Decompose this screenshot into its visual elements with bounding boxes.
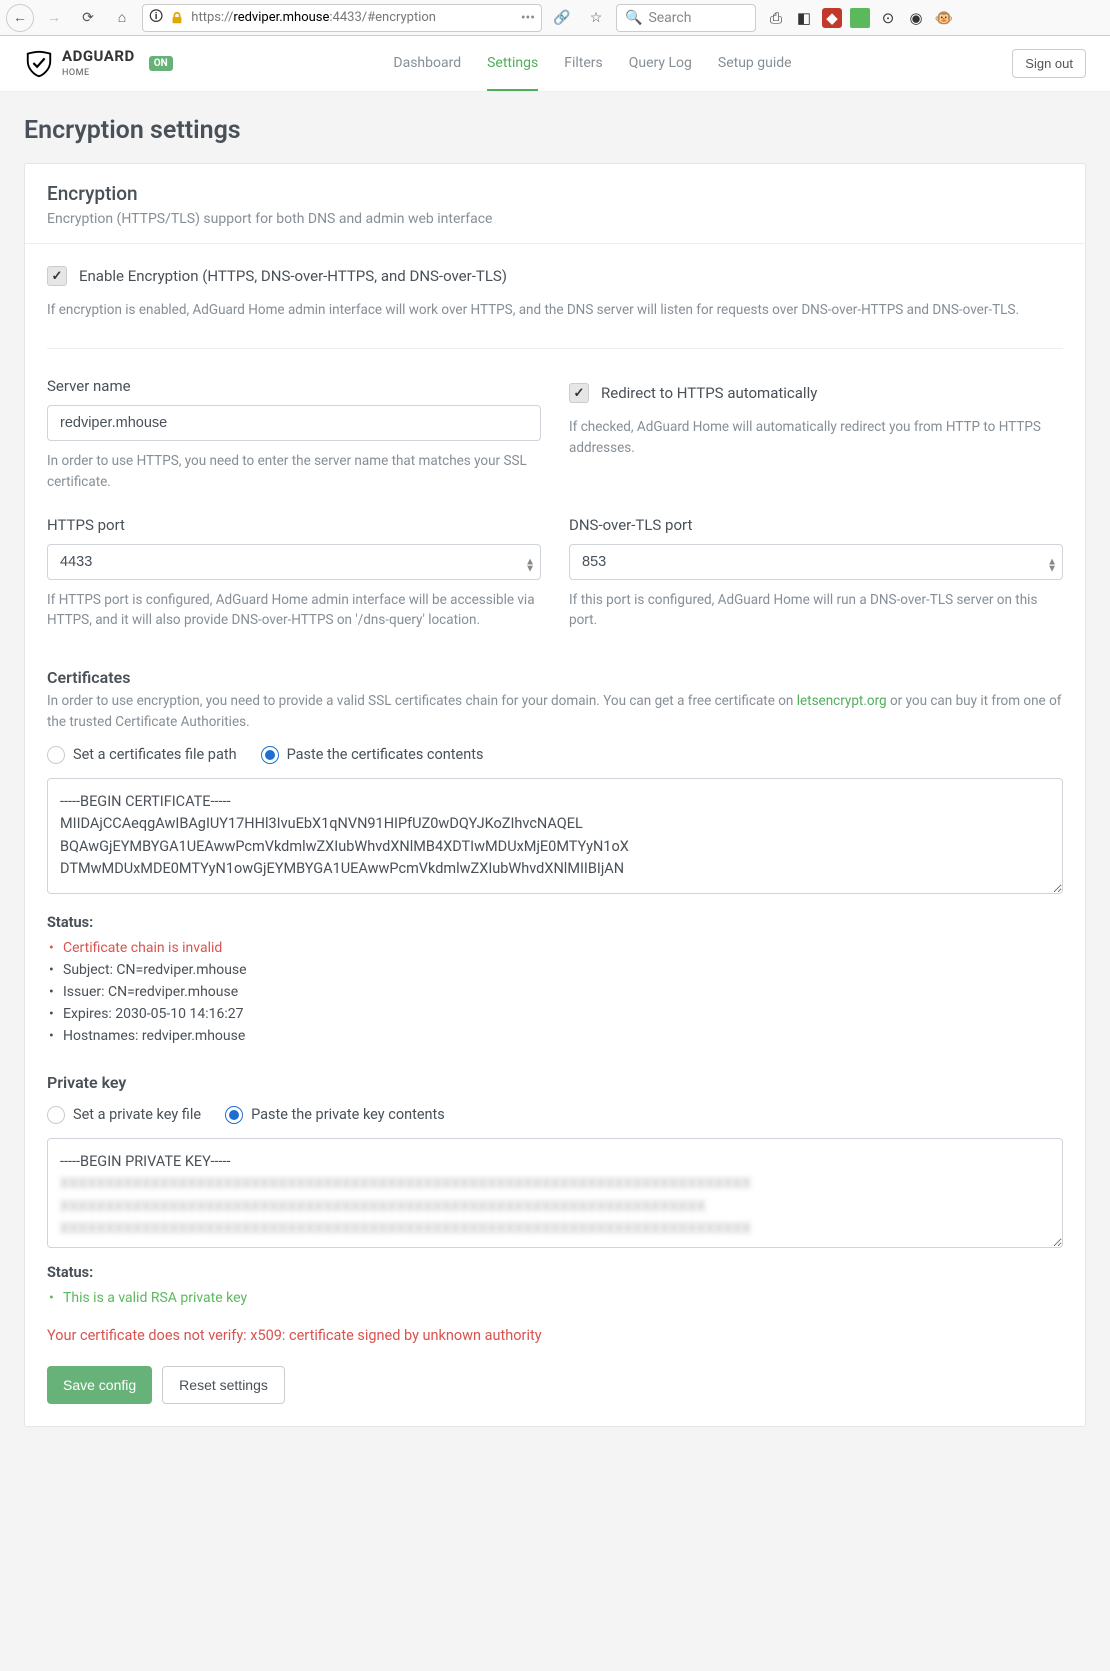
dot-port-spinner[interactable]: ▲▼ (1047, 558, 1057, 572)
encryption-card: Encryption Encryption (HTTPS/TLS) suppor… (24, 163, 1086, 1427)
brand-bottom: HOME (62, 68, 90, 78)
cert-status-subject: Subject: CN=redviper.mhouse (47, 959, 1063, 981)
cert-verify-error: Your certificate does not verify: x509: … (47, 1327, 1063, 1344)
enable-encryption-label: Enable Encryption (HTTPS, DNS-over-HTTPS… (79, 267, 507, 285)
search-bar[interactable]: 🔍 Search (616, 4, 756, 32)
enable-encryption-help: If encryption is enabled, AdGuard Home a… (47, 300, 1063, 320)
redirect-https-checkbox[interactable] (569, 383, 589, 403)
forward-button: → (40, 4, 68, 32)
ublock-icon[interactable]: ◆ (822, 8, 842, 28)
home-button[interactable]: ⌂ (108, 4, 136, 32)
library-icon[interactable]: ⎙ (766, 8, 786, 28)
pkey-status-label: Status: (47, 1264, 1063, 1281)
certs-title: Certificates (47, 668, 1063, 687)
cert-textarea[interactable]: -----BEGIN CERTIFICATE----- MIIDAjCCAeqg… (47, 778, 1063, 894)
server-name-input[interactable] (47, 405, 541, 441)
url-bar[interactable]: 🛈 https://redviper.mhouse:4433/#encrypti… (142, 4, 542, 32)
dot-port-label: DNS-over-TLS port (569, 516, 1063, 534)
redirect-https-help: If checked, AdGuard Home will automatica… (569, 417, 1063, 458)
cert-radio-path[interactable]: Set a certificates file path (47, 746, 237, 764)
server-name-label: Server name (47, 377, 541, 395)
cert-radio-paste[interactable]: Paste the certificates contents (261, 746, 484, 764)
url-text: https://redviper.mhouse:4433/#encryption (191, 10, 436, 25)
pkey-status-ok: This is a valid RSA private key (47, 1287, 1063, 1309)
pkey-textarea[interactable]: -----BEGIN PRIVATE KEY----- XXXXXXXXXXXX… (47, 1138, 1063, 1248)
logo[interactable]: ADGUARD HOME ON (24, 49, 173, 79)
lock-warning-icon (169, 10, 185, 26)
nav-setupguide[interactable]: Setup guide (718, 37, 792, 91)
dot-port-help: If this port is configured, AdGuard Home… (569, 590, 1063, 631)
extension-green-icon[interactable] (850, 8, 870, 28)
nav-querylog[interactable]: Query Log (629, 37, 692, 91)
back-button[interactable]: ← (6, 4, 34, 32)
pkey-title: Private key (47, 1073, 1063, 1092)
cert-status-expires: Expires: 2030-05-10 14:16:27 (47, 1003, 1063, 1025)
enable-encryption-checkbox[interactable] (47, 266, 67, 286)
pkey-status-list: This is a valid RSA private key (47, 1287, 1063, 1309)
link-icon[interactable]: 🔗 (548, 4, 576, 32)
letsencrypt-link[interactable]: letsencrypt.org (797, 693, 887, 709)
brand-top: ADGUARD (62, 47, 135, 65)
cert-status-hostnames: Hostnames: redviper.mhouse (47, 1025, 1063, 1047)
card-subtitle: Encryption (HTTPS/TLS) support for both … (47, 211, 1063, 227)
nav-settings[interactable]: Settings (487, 37, 538, 91)
extension-icon-1[interactable]: ⊙ (878, 8, 898, 28)
signout-button[interactable]: Sign out (1012, 49, 1086, 78)
pkey-radio-path[interactable]: Set a private key file (47, 1106, 201, 1124)
https-port-label: HTTPS port (47, 516, 541, 534)
browser-extensions: ⎙ ◧ ◆ ⊙ ◉ 🐵 (766, 8, 954, 28)
app-header: ADGUARD HOME ON Dashboard Settings Filte… (0, 36, 1110, 92)
cert-status-list: Certificate chain is invalid Subject: CN… (47, 937, 1063, 1047)
certs-help: In order to use encryption, you need to … (47, 691, 1063, 732)
reload-button[interactable]: ⟳ (74, 4, 102, 32)
https-port-input[interactable] (47, 544, 541, 580)
save-config-button[interactable]: Save config (47, 1366, 152, 1404)
bookmark-star-icon[interactable]: ☆ (582, 4, 610, 32)
page-actions-icon[interactable]: ••• (521, 10, 535, 26)
extension-monkey-icon[interactable]: 🐵 (934, 8, 954, 28)
account-icon[interactable]: ◉ (906, 8, 926, 28)
shield-icon: 🛈 (149, 6, 163, 30)
https-port-help: If HTTPS port is configured, AdGuard Hom… (47, 590, 541, 631)
dot-port-input[interactable] (569, 544, 1063, 580)
sidebar-icon[interactable]: ◧ (794, 8, 814, 28)
reset-settings-button[interactable]: Reset settings (162, 1366, 285, 1404)
divider (47, 348, 1063, 349)
card-title: Encryption (47, 182, 1063, 205)
server-name-help: In order to use HTTPS, you need to enter… (47, 451, 541, 492)
nav-filters[interactable]: Filters (564, 37, 603, 91)
browser-toolbar: ← → ⟳ ⌂ 🛈 https://redviper.mhouse:4433/#… (0, 0, 1110, 36)
pkey-radio-paste[interactable]: Paste the private key contents (225, 1106, 445, 1124)
page-title: Encryption settings (24, 116, 1086, 145)
main-nav: Dashboard Settings Filters Query Log Set… (393, 37, 791, 91)
adguard-shield-icon (24, 49, 54, 79)
cert-status-issuer: Issuer: CN=redviper.mhouse (47, 981, 1063, 1003)
on-badge: ON (149, 56, 173, 71)
nav-dashboard[interactable]: Dashboard (393, 37, 461, 91)
redirect-https-label: Redirect to HTTPS automatically (601, 384, 817, 402)
search-icon: 🔍 (625, 10, 642, 26)
cert-status-invalid: Certificate chain is invalid (47, 937, 1063, 959)
cert-status-label: Status: (47, 914, 1063, 931)
https-port-spinner[interactable]: ▲▼ (525, 558, 535, 572)
search-placeholder: Search (648, 10, 691, 26)
